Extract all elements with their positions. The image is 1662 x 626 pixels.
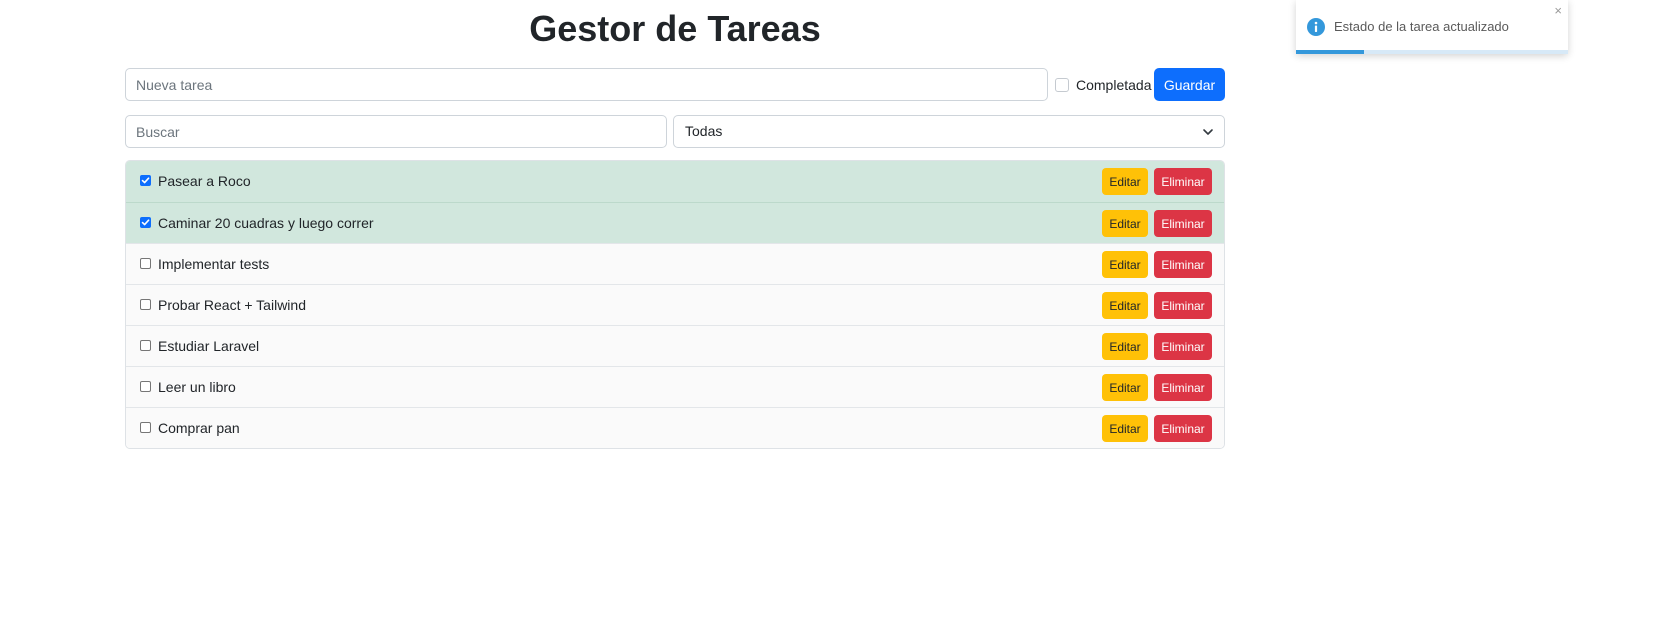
delete-button[interactable]: Eliminar	[1154, 168, 1212, 195]
toast-progress-track	[1296, 50, 1568, 54]
task-text: Pasear a Roco	[158, 173, 251, 189]
toast-message: Estado de la tarea actualizado	[1334, 19, 1509, 34]
task-checkbox[interactable]	[140, 381, 151, 392]
delete-button[interactable]: Eliminar	[1154, 374, 1212, 401]
edit-button[interactable]: Editar	[1102, 333, 1148, 360]
new-task-form: Completada Guardar	[125, 68, 1225, 101]
task-checkbox[interactable]	[140, 422, 151, 433]
task-text: Probar React + Tailwind	[158, 297, 306, 313]
edit-button[interactable]: Editar	[1102, 251, 1148, 278]
edit-button[interactable]: Editar	[1102, 415, 1148, 442]
task-text: Comprar pan	[158, 420, 240, 436]
task-row: Pasear a Roco Editar Eliminar	[126, 161, 1224, 202]
status-filter-select[interactable]: Todas	[673, 115, 1225, 148]
task-text: Caminar 20 cuadras y luego correr	[158, 215, 374, 231]
delete-button[interactable]: Eliminar	[1154, 415, 1212, 442]
delete-button[interactable]: Eliminar	[1154, 333, 1212, 360]
task-row: Estudiar Laravel Editar Eliminar	[126, 325, 1224, 366]
task-row: Implementar tests Editar Eliminar	[126, 243, 1224, 284]
task-row: Probar React + Tailwind Editar Eliminar	[126, 284, 1224, 325]
info-icon	[1307, 18, 1325, 36]
task-text: Implementar tests	[158, 256, 270, 272]
checkmark-icon	[141, 177, 150, 184]
task-checkbox[interactable]	[140, 299, 151, 310]
close-icon[interactable]: ×	[1554, 4, 1562, 18]
task-checkbox[interactable]	[140, 340, 151, 351]
task-text: Estudiar Laravel	[158, 338, 260, 354]
toast-progress-bar	[1296, 50, 1364, 54]
task-checkbox[interactable]	[140, 217, 151, 228]
completed-label: Completada	[1076, 76, 1152, 93]
delete-button[interactable]: Eliminar	[1154, 292, 1212, 319]
new-task-input[interactable]	[125, 68, 1048, 101]
task-text: Leer un libro	[158, 379, 236, 395]
task-checkbox[interactable]	[140, 258, 151, 269]
task-list: Pasear a Roco Editar Eliminar Caminar 20 cu…	[125, 160, 1225, 449]
delete-button[interactable]: Eliminar	[1154, 251, 1212, 278]
completed-checkbox[interactable]: Completada	[1055, 68, 1152, 101]
delete-button[interactable]: Eliminar	[1154, 210, 1212, 237]
task-row: Comprar pan Editar Eliminar	[126, 407, 1224, 448]
task-checkbox[interactable]	[140, 175, 151, 186]
edit-button[interactable]: Editar	[1102, 374, 1148, 401]
search-input[interactable]	[125, 115, 667, 148]
filter-bar: Todas	[125, 115, 1225, 148]
completed-checkbox-box[interactable]	[1055, 77, 1069, 92]
save-button[interactable]: Guardar	[1154, 68, 1225, 101]
edit-button[interactable]: Editar	[1102, 292, 1148, 319]
status-filter-value: Todas	[685, 123, 723, 139]
edit-button[interactable]: Editar	[1102, 168, 1148, 195]
chevron-down-icon	[1203, 129, 1213, 135]
checkmark-icon	[141, 219, 150, 226]
task-row: Caminar 20 cuadras y luego correr Editar E…	[126, 202, 1224, 243]
page-title: Gestor de Tareas	[529, 8, 821, 49]
toast-notification: Estado de la tarea actualizado ×	[1296, 0, 1568, 54]
edit-button[interactable]: Editar	[1102, 210, 1148, 237]
task-row: Leer un libro Editar Eliminar	[126, 366, 1224, 407]
